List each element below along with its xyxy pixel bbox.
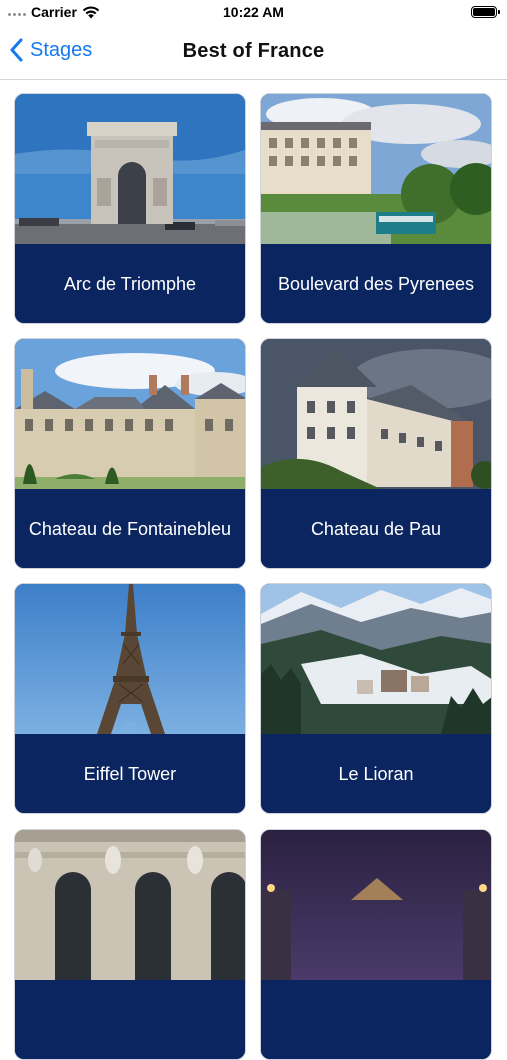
- arc-de-triomphe-photo: [15, 94, 245, 244]
- stage-card-7-photo: [15, 830, 245, 980]
- le-lioran-photo: [261, 584, 491, 734]
- stage-card-chateau-de-fontainebleu[interactable]: Chateau de Fontainebleu: [14, 338, 246, 569]
- status-bar: Carrier 10:22 AM: [0, 0, 507, 26]
- stage-card-8[interactable]: [260, 829, 492, 1060]
- stage-card-7[interactable]: [14, 829, 246, 1060]
- battery-icon: [471, 6, 500, 18]
- stage-card-eiffel-tower[interactable]: Eiffel Tower: [14, 583, 246, 814]
- chateau-de-fontainebleu-photo: [15, 339, 245, 489]
- boulevard-des-pyrenees-photo: [261, 94, 491, 244]
- stage-card-label: Boulevard des Pyrenees: [261, 244, 491, 323]
- stage-card-chateau-de-pau[interactable]: Chateau de Pau: [260, 338, 492, 569]
- stage-card-label: Chateau de Fontainebleu: [15, 489, 245, 568]
- navigation-bar: Stages Best of France: [0, 26, 507, 80]
- page-title: Best of France: [182, 40, 325, 62]
- stage-card-boulevard-des-pyrenees[interactable]: Boulevard des Pyrenees: [260, 93, 492, 324]
- stage-card-label: Arc de Triomphe: [15, 244, 245, 323]
- stage-card-label: [15, 980, 245, 1059]
- status-time: 10:22 AM: [223, 4, 284, 20]
- stage-card-arc-de-triomphe[interactable]: Arc de Triomphe: [14, 93, 246, 324]
- chateau-de-pau-photo: [261, 339, 491, 489]
- stage-card-label: [261, 980, 491, 1059]
- stage-card-le-lioran[interactable]: Le Lioran: [260, 583, 492, 814]
- stage-card-8-photo: [261, 830, 491, 980]
- stage-card-label: Chateau de Pau: [261, 489, 491, 568]
- stage-card-label: Eiffel Tower: [15, 734, 245, 813]
- eiffel-tower-photo: [15, 584, 245, 734]
- stage-card-label: Le Lioran: [261, 734, 491, 813]
